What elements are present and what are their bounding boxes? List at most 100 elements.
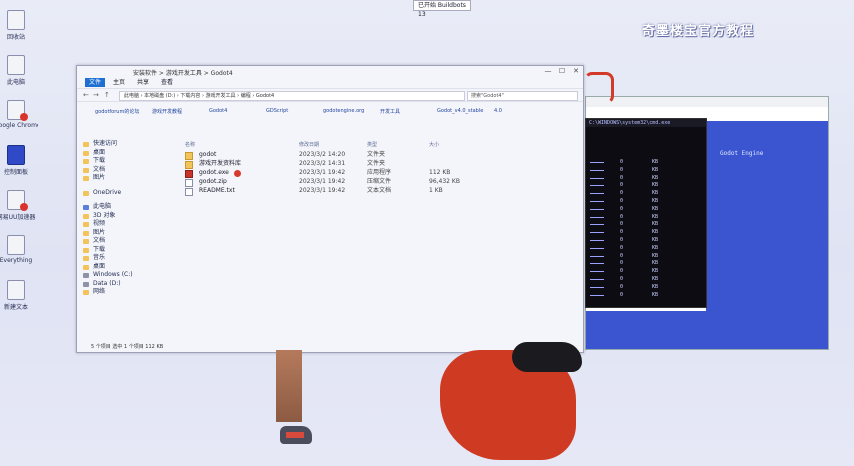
sidebar-item[interactable]: 下载 <box>81 246 171 255</box>
file-row[interactable]: README.txt 2023/3/1 19:42 文本文档 1 KB <box>181 186 571 196</box>
terminal-count: 0 <box>620 205 624 212</box>
sidebar-item[interactable]: 音乐 <box>81 254 171 263</box>
breadcrumb-item[interactable]: 开发工具 <box>380 108 400 115</box>
terminal-line: 0 KB <box>590 292 702 298</box>
sidebar-item[interactable]: 图片 <box>81 229 171 238</box>
desktop-app-icon <box>7 100 28 121</box>
wallpaper-figure-legs <box>276 350 302 422</box>
terminal-dash <box>590 232 604 234</box>
up-arrow-icon[interactable]: ↑ <box>104 91 110 99</box>
terminal-dash <box>590 169 604 171</box>
tab-file[interactable]: 文件 <box>85 78 106 87</box>
sidebar-item[interactable]: 3D 对象 <box>81 212 171 221</box>
desktop-app-icon <box>7 55 25 75</box>
terminal-window[interactable]: C:\WINDOWS\system32\cmd.exe 0 KB 0 KB 0 KB 0 KB… <box>585 118 707 308</box>
pc-icon <box>83 205 89 210</box>
terminal-dash <box>590 263 604 265</box>
file-row[interactable]: godot 2023/3/2 14:20 文件夹 <box>181 150 571 160</box>
breadcrumb-item[interactable]: Godot4 <box>209 108 227 114</box>
sidebar-item[interactable]: 下载 <box>81 157 171 166</box>
terminal-line: 0 KB <box>590 214 702 220</box>
terminal-line: 0 KB <box>590 182 702 188</box>
close-button[interactable]: ✕ <box>571 67 581 75</box>
folder-icon <box>83 159 89 164</box>
breadcrumb-item[interactable]: GDScript <box>266 108 288 114</box>
breadcrumb-item[interactable]: Godot_v4.0_stable <box>437 108 483 114</box>
sidebar-item-label: 图片 <box>93 174 106 181</box>
sidebar-item-label: 音乐 <box>93 254 106 261</box>
sidebar-item-label: 桌面 <box>93 148 106 156</box>
breadcrumb-item[interactable]: 4.0 <box>494 108 502 114</box>
file-row[interactable]: godot.zip 2023/3/1 19:42 压缩文件 96,432 KB <box>181 177 571 187</box>
sidebar-item[interactable]: 桌面 <box>81 149 171 158</box>
terminal-dash <box>590 240 604 241</box>
file-row[interactable]: 游戏开发资料库 2023/3/2 14:31 文件夹 <box>181 159 571 169</box>
folder-icon <box>83 167 89 173</box>
terminal-unit: KB <box>652 283 659 290</box>
maximize-button[interactable]: ☐ <box>557 67 567 75</box>
terminal-unit: KB <box>652 237 659 243</box>
folder-icon <box>83 150 89 156</box>
breadcrumb-item[interactable]: godotengine.org <box>323 108 364 114</box>
folder-icon <box>83 213 89 219</box>
file-date: 2023/3/2 14:20 <box>299 151 346 158</box>
sidebar-item[interactable]: 文档 <box>81 166 171 175</box>
file-type: 文件夹 <box>367 160 386 167</box>
terminal-count: 0 <box>620 198 624 204</box>
column-name[interactable]: 名称 <box>185 141 195 148</box>
breadcrumb-item[interactable]: 游戏开发教程 <box>152 108 182 115</box>
sidebar-item-label: 视频 <box>93 220 106 227</box>
sidebar-item[interactable]: 此电脑 <box>81 203 171 212</box>
sidebar-item-label: Data (D:) <box>93 279 121 287</box>
sidebar-item-label: Windows (C:) <box>93 271 133 278</box>
sidebar-item[interactable]: 视频 <box>81 220 171 229</box>
forward-arrow-icon[interactable]: → <box>93 91 99 99</box>
titlebar[interactable]: 安装软件 > 游戏开发工具 > Godot4 — ☐ ✕ <box>77 66 583 77</box>
desktop-icon[interactable]: Google Chrome <box>0 100 38 129</box>
sidebar-item[interactable]: 快速访问 <box>81 140 171 149</box>
sidebar-item[interactable]: Data (D:) <box>81 280 171 289</box>
terminal-unit: KB <box>652 221 659 228</box>
desktop-icon[interactable]: 网易UU加速器 <box>0 190 38 221</box>
sidebar-item[interactable]: Windows (C:) <box>81 271 171 280</box>
terminal-line: 0 KB <box>590 198 702 204</box>
file-explorer-window[interactable]: 安装软件 > 游戏开发工具 > Godot4 — ☐ ✕ 文件 主页 共享 查看… <box>76 65 584 353</box>
column-date[interactable]: 修改日期 <box>299 141 319 148</box>
search-input[interactable]: 搜索"Godot4" <box>467 91 578 101</box>
desktop-icon[interactable]: 控制面板 <box>0 145 38 176</box>
sidebar-item[interactable]: 图片 <box>81 174 171 183</box>
sidebar-item[interactable]: 桌面 <box>81 263 171 272</box>
blue-window-text: Godot Engine <box>720 150 764 157</box>
file-icon <box>185 188 193 196</box>
desktop-icon[interactable]: 回收站 <box>0 10 38 41</box>
file-date: 2023/3/2 14:31 <box>299 160 346 167</box>
column-type[interactable]: 类型 <box>367 141 377 148</box>
file-type: 文件夹 <box>367 151 386 158</box>
folder-icon <box>83 176 89 181</box>
terminal-line: 0 KB <box>590 206 702 212</box>
file-type: 压缩文件 <box>367 178 392 185</box>
desktop-icon-label: 控制面板 <box>3 169 28 176</box>
breadcrumb-item[interactable]: godotforum的论坛 <box>95 108 139 115</box>
desktop-app-icon <box>7 10 25 30</box>
terminal-line: 0 KB <box>590 175 702 181</box>
back-arrow-icon[interactable]: ← <box>83 91 89 99</box>
address-bar[interactable]: 此电脑 › 本地磁盘 (D:) › 下载内容 › 游戏开发工具 › 编程 › G… <box>119 91 465 101</box>
sidebar-item[interactable]: 网络 <box>81 288 171 297</box>
tab-view[interactable]: 查看 <box>157 78 177 87</box>
tab-home[interactable]: 主页 <box>109 78 129 87</box>
tab-share[interactable]: 共享 <box>133 78 153 87</box>
background-window-titlebar[interactable] <box>586 97 828 107</box>
desktop-icon[interactable]: Everything <box>0 235 38 264</box>
sidebar-item[interactable]: 文档 <box>81 237 171 246</box>
column-size[interactable]: 大小 <box>429 141 439 148</box>
top-chip[interactable]: 已开始 Buildbots 13 <box>413 0 471 18</box>
sidebar-item[interactable]: OneDrive <box>81 189 171 198</box>
folder-icon <box>83 264 89 270</box>
terminal-dash <box>590 247 604 249</box>
minimize-button[interactable]: — <box>543 67 553 75</box>
terminal-header: C:\WINDOWS\system32\cmd.exe <box>586 119 706 127</box>
sidebar-item-label: 快速访问 <box>93 140 118 147</box>
desktop-icon[interactable]: 新建文本 <box>0 280 38 311</box>
desktop-icon[interactable]: 此电脑 <box>0 55 38 86</box>
